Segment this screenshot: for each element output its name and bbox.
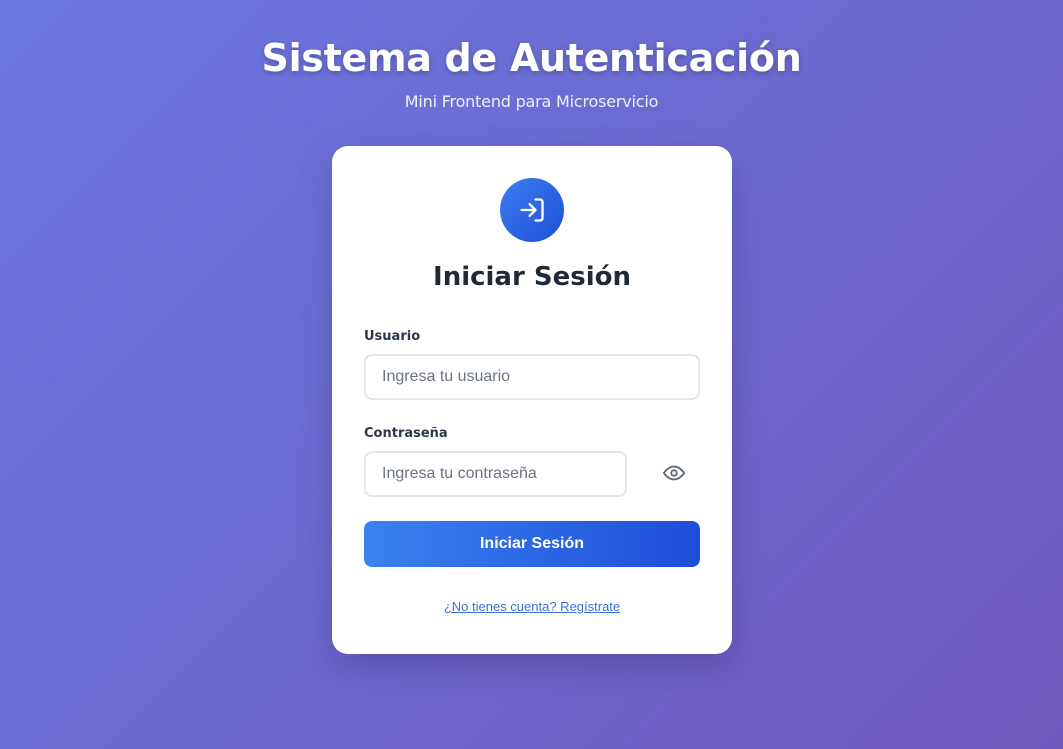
register-link[interactable]: ¿No tienes cuenta? Regístrate: [332, 598, 732, 616]
eye-icon: [663, 465, 685, 481]
login-arrow-icon: [520, 198, 544, 222]
toggle-password-visibility-button[interactable]: [658, 457, 690, 489]
login-submit-button[interactable]: Iniciar Sesión: [364, 521, 700, 567]
username-input[interactable]: [364, 354, 700, 400]
username-label: Usuario: [364, 329, 421, 344]
page-header: Sistema de Autenticación Mini Frontend p…: [0, 34, 1063, 113]
app-title: Sistema de Autenticación: [261, 36, 802, 80]
login-title: Iniciar Sesión: [433, 262, 631, 292]
app-subtitle: Mini Frontend para Microservicio: [404, 92, 659, 111]
password-label: Contraseña: [364, 426, 448, 441]
password-input[interactable]: [364, 451, 627, 497]
login-logo: [500, 178, 564, 242]
login-card: Iniciar Sesión Usuario Contraseña Inicia…: [332, 146, 732, 654]
